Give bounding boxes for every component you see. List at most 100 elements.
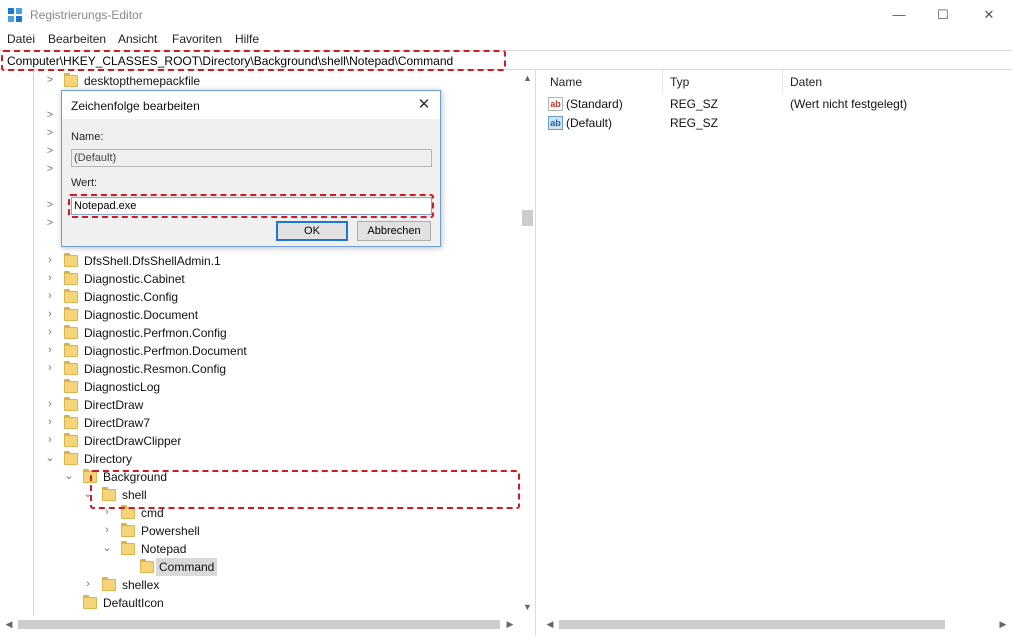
value-name: (Standard)	[566, 97, 623, 111]
cancel-button[interactable]: Abbrechen	[357, 221, 431, 241]
chevron-right-icon[interactable]: >	[45, 198, 55, 212]
tree-item-notepad[interactable]: ⌄ Notepad	[0, 540, 519, 558]
maximize-button[interactable]: ☐	[920, 0, 966, 30]
menu-bar: Datei Bearbeiten Ansicht Favoriten Hilfe	[0, 30, 1012, 50]
address-highlight	[1, 50, 506, 71]
tree-item-diagnostic-perfmon-document[interactable]: › Diagnostic.Perfmon.Document	[0, 342, 519, 360]
chevron-right-icon[interactable]: ›	[45, 361, 55, 375]
chevron-right-icon[interactable]: >	[45, 126, 55, 140]
edit-string-dialog: Zeichenfolge bearbeiten ✕ Name: (Default…	[61, 90, 441, 247]
scroll-thumb[interactable]	[522, 210, 533, 226]
menu-hilfe[interactable]: Hilfe	[235, 32, 259, 46]
values-pane[interactable]: Name Typ Daten ab (Standard) REG_SZ (Wer…	[541, 70, 1012, 636]
tree-item-label: Command	[156, 558, 218, 576]
folder-icon	[64, 73, 78, 88]
tree-item-label: DiagnosticLog	[84, 380, 161, 394]
chevron-right-icon[interactable]: >	[45, 216, 55, 230]
folder-icon	[64, 451, 78, 466]
value-row[interactable]: ab (Standard) REG_SZ (Wert nicht festgel…	[541, 95, 1012, 114]
tree-vertical-scrollbar[interactable]: ▲ ▼	[519, 70, 535, 616]
string-value-icon: ab	[548, 116, 563, 130]
chevron-down-icon[interactable]: ⌄	[64, 469, 74, 483]
tree-item-diagnostic-document[interactable]: › Diagnostic.Document	[0, 306, 519, 324]
tree-item-diagnostic-cabinet[interactable]: › Diagnostic.Cabinet	[0, 270, 519, 288]
chevron-down-icon[interactable]: ⌄	[102, 541, 112, 555]
chevron-right-icon[interactable]: ›	[45, 433, 55, 447]
tree-horizontal-scrollbar[interactable]: ◀ ▶	[0, 616, 519, 633]
chevron-right-icon[interactable]: ›	[45, 343, 55, 357]
values-horizontal-scrollbar[interactable]: ◀ ▶	[541, 616, 1012, 633]
tree-item-label: Diagnostic.Config	[84, 290, 179, 304]
value-label: Wert:	[71, 177, 98, 189]
tree-item-label: DirectDrawClipper	[84, 434, 182, 448]
menu-favoriten[interactable]: Favoriten	[172, 32, 222, 46]
notepad-command-highlight	[90, 470, 520, 509]
scroll-up-icon[interactable]: ▲	[519, 70, 535, 87]
tree-item-powershell[interactable]: › Powershell	[0, 522, 519, 540]
tree-item-label: Notepad	[141, 542, 187, 556]
tree-item-diagnostic-resmon-config[interactable]: › Diagnostic.Resmon.Config	[0, 360, 519, 378]
tree-item-label: Powershell	[141, 524, 200, 538]
close-icon[interactable]: ✕	[412, 94, 436, 116]
scroll-down-icon[interactable]: ▼	[519, 599, 535, 616]
scroll-left-icon[interactable]: ◀	[543, 616, 557, 633]
tree-item-directdrawclipper[interactable]: › DirectDrawClipper	[0, 432, 519, 450]
scroll-thumb[interactable]	[18, 620, 500, 629]
menu-datei[interactable]: Datei	[7, 32, 35, 46]
menu-bearbeiten[interactable]: Bearbeiten	[48, 32, 106, 46]
chevron-right-icon[interactable]: ›	[102, 523, 112, 537]
folder-icon	[64, 361, 78, 376]
folder-icon	[64, 379, 78, 394]
tree-item-directdraw7[interactable]: › DirectDraw7	[0, 414, 519, 432]
folder-icon	[102, 577, 116, 592]
chevron-down-icon[interactable]: ⌄	[45, 451, 55, 465]
tree-item-label: shellex	[122, 578, 160, 592]
window-title: Registrierungs-Editor	[30, 8, 143, 22]
ok-button[interactable]: OK	[276, 221, 348, 241]
tree-item-directdraw[interactable]: › DirectDraw	[0, 396, 519, 414]
value-name: (Default)	[566, 116, 613, 130]
tree-item-directory[interactable]: ⌄ Directory	[0, 450, 519, 468]
column-header-type[interactable]: Typ	[670, 75, 689, 89]
chevron-right-icon[interactable]: ›	[45, 415, 55, 429]
chevron-right-icon[interactable]: ›	[45, 397, 55, 411]
chevron-right-icon[interactable]: ›	[45, 307, 55, 321]
tree-item-command[interactable]: Command	[0, 558, 519, 576]
chevron-right-icon[interactable]: >	[45, 73, 55, 87]
tree-item-label: DfsShell.DfsShellAdmin.1	[84, 254, 221, 268]
column-header-name[interactable]: Name	[550, 75, 582, 89]
chevron-right-icon[interactable]: ›	[45, 253, 55, 267]
column-separator[interactable]	[662, 70, 663, 94]
value-row[interactable]: ab (Default) REG_SZ	[541, 114, 1012, 133]
tree-item-dfsshell-dfsshelladmin-1[interactable]: › DfsShell.DfsShellAdmin.1	[0, 252, 519, 270]
dialog-title-bar: Zeichenfolge bearbeiten ✕	[62, 91, 440, 119]
minimize-button[interactable]: —	[876, 0, 922, 30]
tree-item-label: Diagnostic.Perfmon.Config	[84, 326, 227, 340]
chevron-right-icon[interactable]: ›	[45, 325, 55, 339]
chevron-right-icon[interactable]: >	[45, 162, 55, 176]
column-separator[interactable]	[782, 70, 783, 94]
tree-item-diagnostic-perfmon-config[interactable]: › Diagnostic.Perfmon.Config	[0, 324, 519, 342]
folder-icon	[121, 523, 135, 538]
scroll-right-icon[interactable]: ▶	[503, 616, 517, 633]
chevron-right-icon[interactable]: >	[45, 144, 55, 158]
scroll-right-icon[interactable]: ▶	[996, 616, 1010, 633]
tree-item-diagnosticlog[interactable]: DiagnosticLog	[0, 378, 519, 396]
chevron-right-icon[interactable]: ›	[45, 271, 55, 285]
column-header-data[interactable]: Daten	[790, 75, 822, 89]
folder-icon	[64, 433, 78, 448]
tree-item-defaulticon[interactable]: DefaultIcon	[0, 594, 519, 612]
chevron-right-icon[interactable]: ›	[45, 289, 55, 303]
scroll-left-icon[interactable]: ◀	[2, 616, 16, 633]
tree-item-desktopthemepackfile[interactable]: > desktopthemepackfile	[0, 72, 519, 90]
menu-ansicht[interactable]: Ansicht	[118, 32, 157, 46]
chevron-right-icon[interactable]: >	[45, 108, 55, 122]
scroll-thumb[interactable]	[559, 620, 945, 629]
close-button[interactable]: ✕	[966, 0, 1012, 30]
chevron-right-icon[interactable]: ›	[83, 577, 93, 591]
title-bar: Registrierungs-Editor — ☐ ✕	[0, 0, 1012, 30]
tree-item-diagnostic-config[interactable]: › Diagnostic.Config	[0, 288, 519, 306]
tree-item-shellex[interactable]: › shellex	[0, 576, 519, 594]
tree-item-label: Diagnostic.Resmon.Config	[84, 362, 227, 376]
folder-icon	[64, 415, 78, 430]
